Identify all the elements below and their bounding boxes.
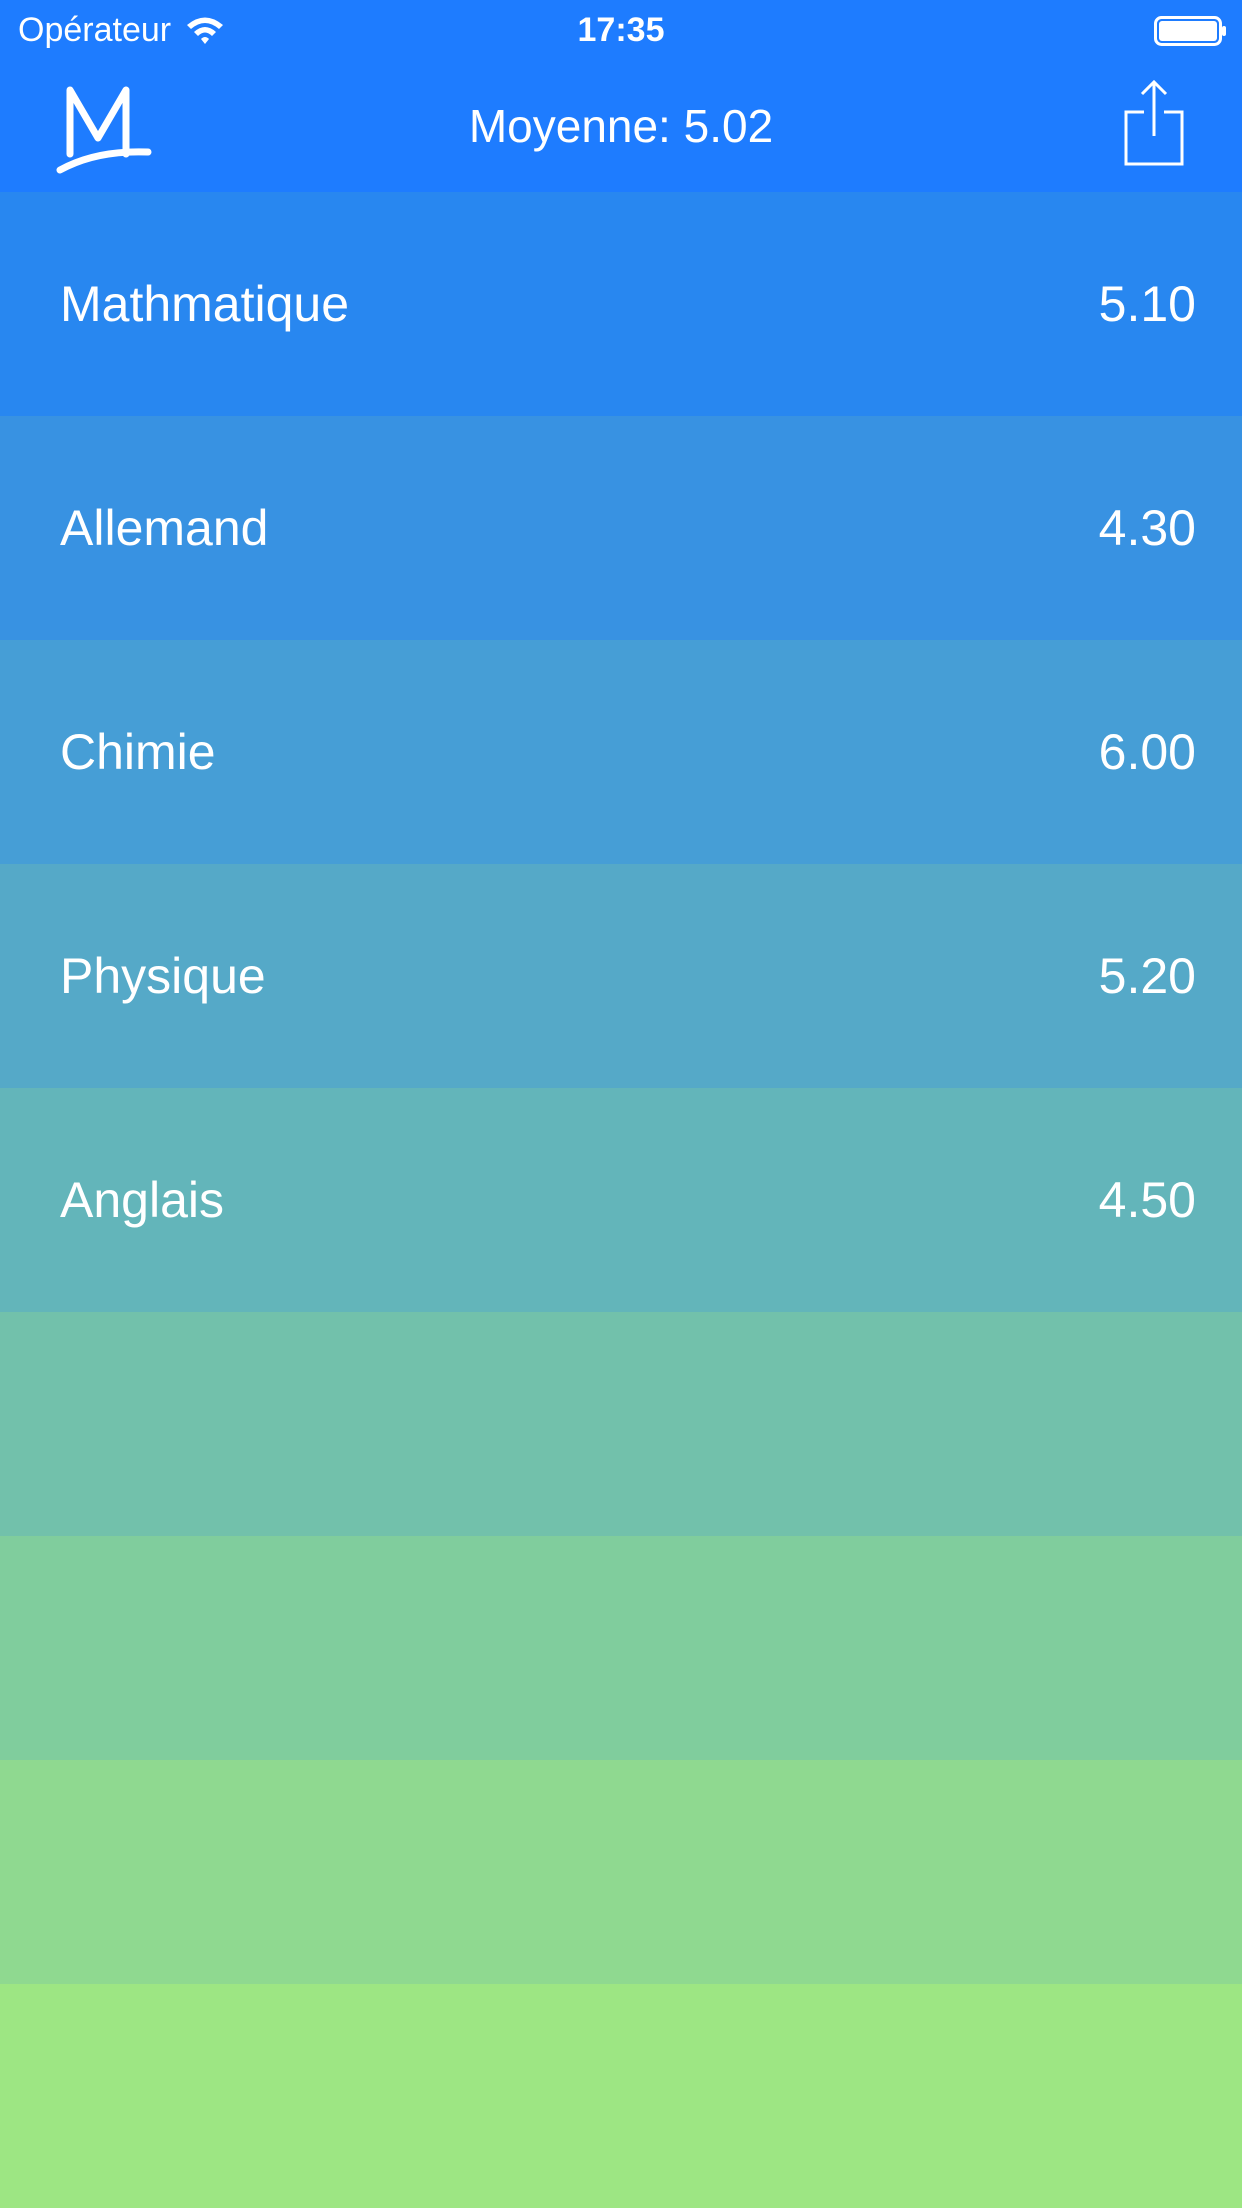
subject-row[interactable]: Chimie 6.00 bbox=[0, 640, 1242, 864]
subject-row[interactable]: Physique 5.20 bbox=[0, 864, 1242, 1088]
subject-grade: 5.10 bbox=[1098, 276, 1196, 332]
subject-grade: 4.30 bbox=[1098, 500, 1196, 556]
subject-name: Chimie bbox=[60, 724, 216, 780]
subject-row[interactable] bbox=[0, 1536, 1242, 1760]
nav-bar: Moyenne: 5.02 bbox=[0, 60, 1242, 192]
subject-name: Mathmatique bbox=[60, 276, 350, 332]
share-button[interactable] bbox=[1122, 79, 1186, 166]
subject-name: Physique bbox=[60, 948, 266, 1004]
subject-grade: 6.00 bbox=[1098, 724, 1196, 780]
average-title: Moyenne: 5.02 bbox=[468, 100, 774, 152]
status-bar: Opérateur 17:35 bbox=[0, 0, 1242, 60]
subject-row[interactable]: Mathmatique 5.10 bbox=[0, 192, 1242, 416]
battery-icon bbox=[1154, 16, 1226, 46]
subject-row[interactable] bbox=[0, 1760, 1242, 1984]
top-bar: Opérateur 17:35 Moyenne: 5.02 bbox=[0, 0, 1242, 192]
subject-name: Anglais bbox=[60, 1172, 224, 1228]
subject-row[interactable]: Allemand 4.30 bbox=[0, 416, 1242, 640]
subject-row[interactable]: Anglais 4.50 bbox=[0, 1088, 1242, 1312]
subject-row[interactable] bbox=[0, 1984, 1242, 2208]
subject-name: Allemand bbox=[60, 500, 269, 556]
subject-list: Mathmatique 5.10 Allemand 4.30 Chimie 6.00 Phy… bbox=[0, 192, 1242, 2208]
subject-row[interactable] bbox=[0, 1312, 1242, 1536]
subject-grade: 5.20 bbox=[1098, 948, 1196, 1004]
share-icon bbox=[1124, 79, 1184, 166]
status-time: 17:35 bbox=[577, 11, 665, 49]
subject-grade: 4.50 bbox=[1098, 1172, 1196, 1228]
